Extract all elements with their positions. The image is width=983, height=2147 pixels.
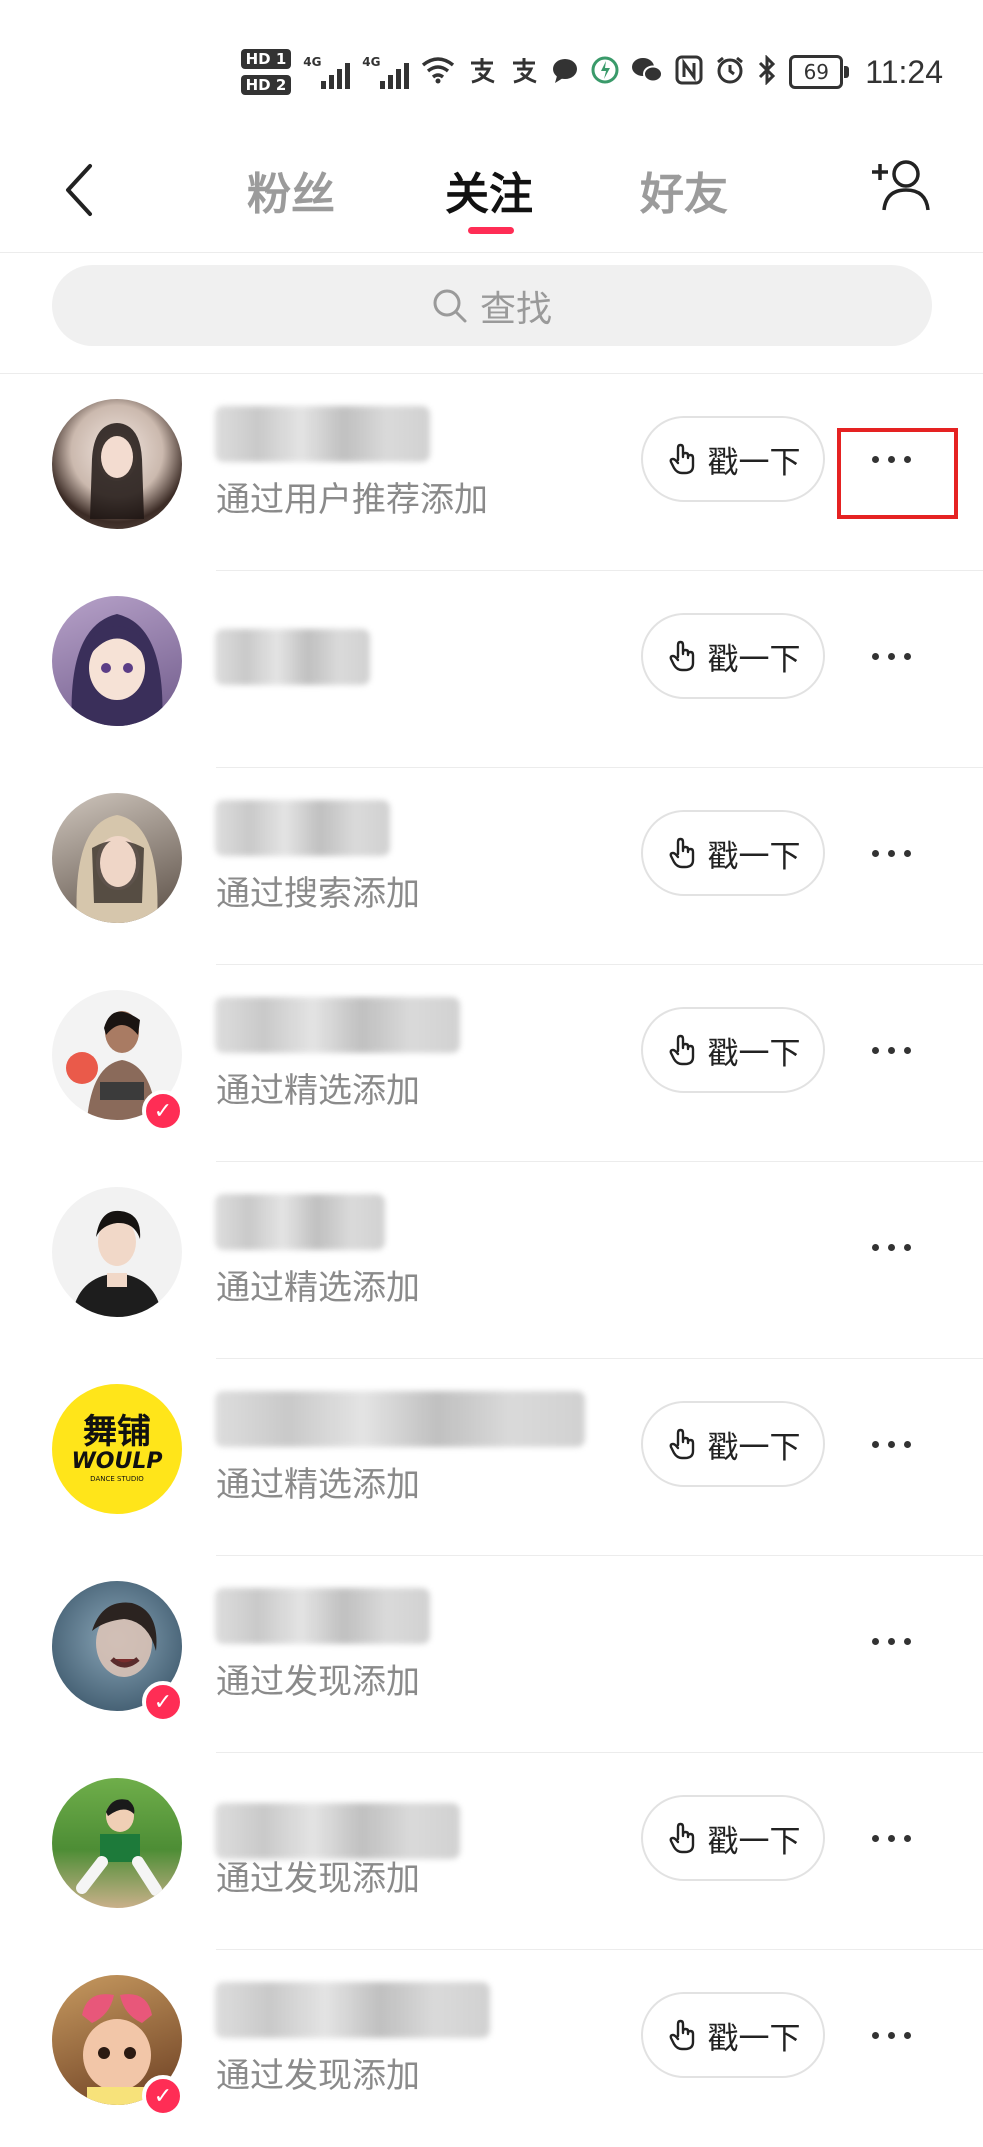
poke-button[interactable]: 戳一下 (641, 810, 825, 896)
poke-label: 戳一下 (707, 1035, 801, 1072)
more-options-button[interactable] (858, 626, 924, 686)
username-blurred (215, 997, 460, 1053)
follow-source: 通过用户推荐添加 (216, 480, 488, 520)
wechat-icon (631, 56, 664, 89)
hand-poke-icon (669, 1428, 694, 1460)
list-item[interactable]: 戳一下 (0, 571, 983, 768)
top-nav: 粉丝 关注 好友 (0, 130, 983, 253)
wifi-icon (421, 56, 455, 89)
more-options-button[interactable] (858, 2005, 924, 2065)
active-tab-indicator (468, 227, 514, 234)
battery-level: 69 (803, 60, 830, 84)
hd2-badge: HD 2 (240, 75, 292, 95)
add-friend-button[interactable] (868, 154, 932, 218)
search-placeholder: 查找 (479, 288, 552, 330)
nfc-icon (675, 55, 703, 90)
poke-label: 戳一下 (707, 2020, 801, 2057)
list-item[interactable]: ✓ 通过发现添加 戳一下 (0, 1950, 983, 2147)
list-item[interactable]: 通过搜索添加 戳一下 (0, 768, 983, 965)
list-item[interactable]: 通过精选添加 (0, 1162, 983, 1359)
studio-logo-top: 舞铺 (83, 1411, 151, 1452)
follow-source: 通过发现添加 (216, 1859, 420, 1899)
more-options-button[interactable] (858, 1217, 924, 1277)
avatar[interactable] (52, 596, 182, 726)
hd-indicator: HD 1 HD 2 (240, 49, 292, 95)
back-button[interactable] (60, 160, 100, 220)
poke-label: 戳一下 (707, 1823, 801, 1860)
avatar[interactable] (52, 1778, 182, 1908)
charging-icon (591, 55, 619, 90)
poke-button[interactable]: 戳一下 (641, 416, 825, 502)
avatar[interactable] (52, 793, 182, 923)
status-time: 11:24 (865, 53, 943, 90)
verified-badge-icon: ✓ (142, 1681, 184, 1723)
username-blurred (215, 800, 390, 856)
hd1-badge: HD 1 (240, 49, 292, 69)
alipay-icon-2 (509, 55, 539, 90)
more-options-button[interactable] (858, 1020, 924, 1080)
tab-friends[interactable]: 好友 (640, 158, 728, 222)
back-arrow-icon (66, 164, 92, 216)
avatar[interactable] (52, 1187, 182, 1317)
search-input[interactable]: 查找 (52, 265, 932, 346)
battery-icon: 69 (789, 55, 850, 89)
poke-label: 戳一下 (707, 838, 801, 875)
hand-poke-icon (669, 1034, 694, 1066)
studio-logo-bottom: WOULP (71, 1448, 163, 1474)
poke-button[interactable]: 戳一下 (641, 1795, 825, 1881)
more-options-button[interactable] (858, 1611, 924, 1671)
signal-icon: 4G (303, 55, 351, 89)
list-item[interactable]: 通过发现添加 戳一下 (0, 1753, 983, 1950)
hand-poke-icon (669, 443, 694, 475)
search-icon (433, 289, 467, 322)
hand-poke-icon (669, 2019, 694, 2051)
poke-button[interactable]: 戳一下 (641, 1992, 825, 2078)
follow-source: 通过精选添加 (216, 1268, 420, 1308)
follow-source: 通过发现添加 (216, 2056, 420, 2096)
poke-label: 戳一下 (707, 1429, 801, 1466)
follow-source: 通过搜索添加 (216, 874, 420, 914)
poke-button[interactable]: 戳一下 (641, 1401, 825, 1487)
list-item[interactable]: 通过用户推荐添加 戳一下 (0, 374, 983, 571)
bluetooth-icon (757, 53, 777, 90)
signal-icon-2: 4G (362, 55, 410, 89)
follow-source: 通过精选添加 (216, 1465, 420, 1505)
poke-button[interactable]: 戳一下 (641, 1007, 825, 1093)
tab-following[interactable]: 关注 (445, 158, 533, 222)
follow-source: 通过发现添加 (216, 1662, 420, 1702)
list-item[interactable]: ✓ 通过发现添加 (0, 1556, 983, 1753)
username-blurred (215, 1588, 430, 1644)
avatar[interactable] (52, 399, 182, 529)
verified-badge-icon: ✓ (142, 2075, 184, 2117)
tab-fans[interactable]: 粉丝 (247, 158, 335, 222)
username-blurred (215, 1194, 385, 1250)
status-bar: HD 1 HD 2 4G 4G 69 11:24 (0, 0, 983, 130)
studio-logo-small: DANCE STUDIO (90, 1475, 144, 1484)
poke-label: 戳一下 (707, 444, 801, 481)
more-options-button[interactable] (858, 1808, 924, 1868)
list-item[interactable]: ✓ 通过精选添加 戳一下 (0, 965, 983, 1162)
alarm-icon (715, 55, 745, 90)
more-options-button[interactable] (858, 823, 924, 883)
poke-button[interactable]: 戳一下 (641, 613, 825, 699)
verified-badge-icon: ✓ (142, 1090, 184, 1132)
alipay-icon (467, 55, 497, 90)
hand-poke-icon (669, 640, 694, 672)
poke-label: 戳一下 (707, 641, 801, 678)
username-blurred (215, 1982, 490, 2038)
list-item[interactable]: 舞铺 WOULP DANCE STUDIO 通过精选添加 戳一下 (0, 1359, 983, 1556)
username-blurred (215, 629, 370, 685)
message-icon (551, 56, 579, 89)
network-type: 4G (303, 55, 322, 69)
username-blurred (215, 1391, 585, 1447)
add-user-icon (872, 160, 930, 211)
follow-source: 通过精选添加 (216, 1071, 420, 1111)
hand-poke-icon (669, 1822, 694, 1854)
avatar[interactable]: 舞铺 WOULP DANCE STUDIO (52, 1384, 182, 1514)
highlight-annotation (837, 428, 958, 519)
network-type-2: 4G (362, 55, 381, 69)
hand-poke-icon (669, 837, 694, 869)
username-blurred (215, 406, 430, 462)
more-options-button[interactable] (858, 1414, 924, 1474)
